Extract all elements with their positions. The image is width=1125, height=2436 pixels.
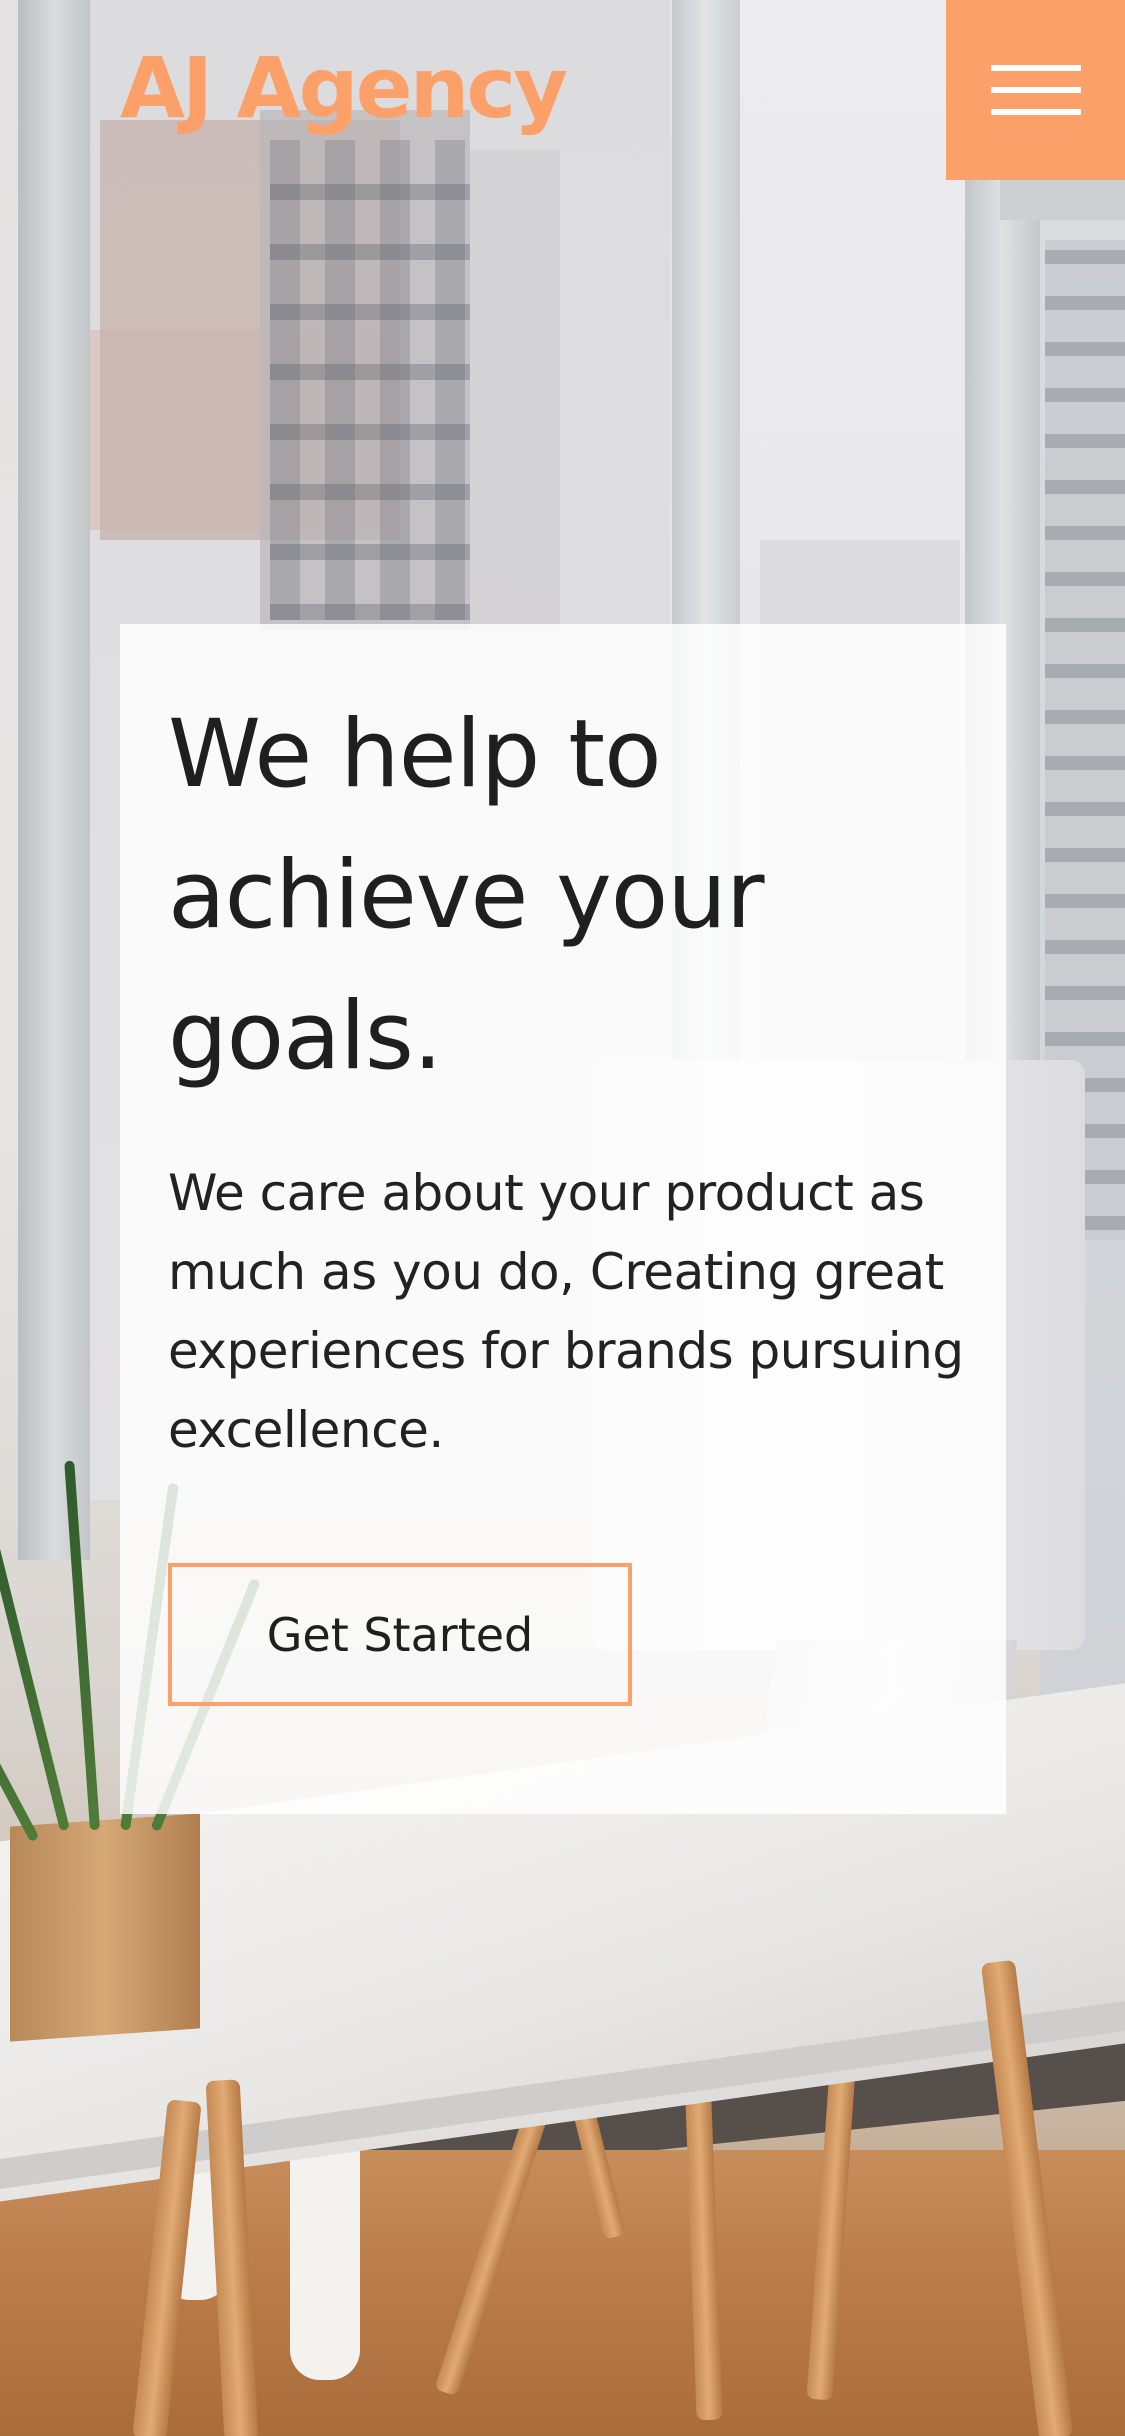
hero-title: We help to achieve your goals.	[168, 700, 765, 1091]
building	[470, 150, 560, 630]
menu-icon-bar	[990, 109, 1081, 115]
hero-description: We care about your product as much as yo…	[168, 1164, 964, 1459]
hamburger-menu-icon	[990, 65, 1081, 115]
hero-card: We help to achieve your goals. We care a…	[120, 624, 1006, 1814]
building-windows	[270, 140, 470, 620]
window-frame	[1000, 180, 1125, 220]
brand-logo[interactable]: AJ Agency	[120, 46, 568, 130]
menu-button[interactable]	[946, 0, 1125, 180]
menu-icon-bar	[990, 87, 1081, 93]
plant-pot	[10, 1813, 200, 2042]
menu-icon-bar	[990, 65, 1081, 71]
window-frame	[18, 0, 90, 1560]
get-started-button[interactable]: Get Started	[168, 1563, 632, 1706]
